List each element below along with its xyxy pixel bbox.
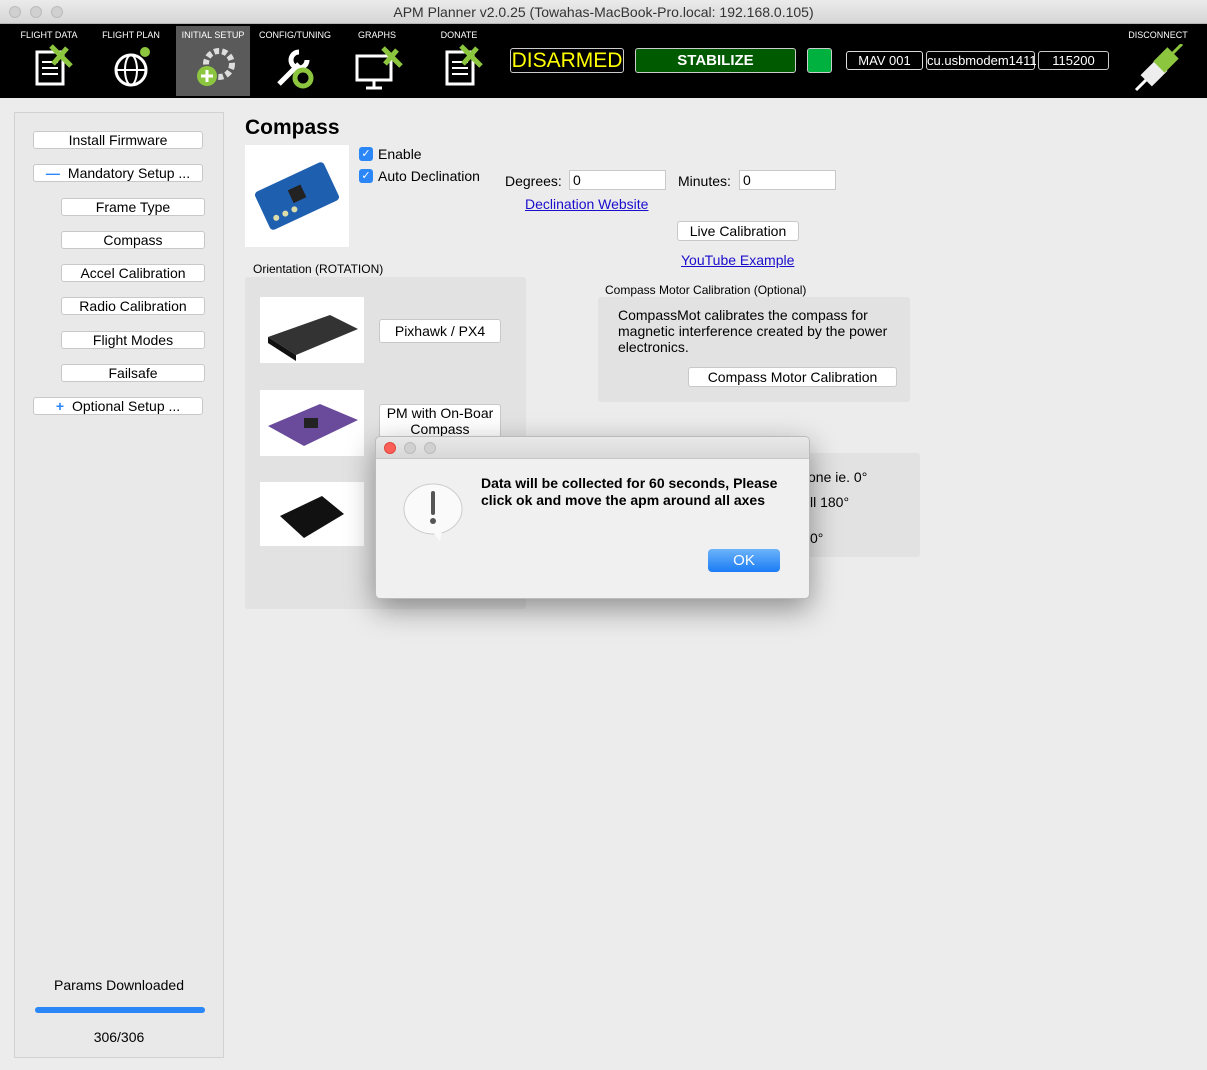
- tab-label: GRAPHS: [357, 30, 396, 40]
- calibration-dialog: Data will be collected for 60 seconds, P…: [375, 436, 810, 599]
- sidebar-item-install-firmware[interactable]: Install Firmware: [33, 131, 203, 149]
- flight-mode: STABILIZE: [635, 48, 796, 73]
- sidebar-item-label: Compass: [103, 232, 163, 248]
- enable-checkbox[interactable]: ✓: [359, 147, 373, 161]
- ok-button[interactable]: OK: [708, 549, 780, 572]
- sidebar: Install Firmware — Mandatory Setup ... Fram…: [14, 112, 224, 1058]
- disconnect-button[interactable]: DISCONNECT: [1122, 26, 1194, 96]
- sidebar-item-accel-calibration[interactable]: Accel Calibration: [61, 264, 205, 282]
- auto-declination-checkbox[interactable]: ✓: [359, 169, 373, 183]
- sidebar-item-label: Failsafe: [108, 365, 158, 381]
- sidebar-item-label: Radio Calibration: [79, 298, 187, 314]
- apm-board-image: [260, 390, 364, 456]
- window-title: APM Planner v2.0.25 (Towahas-MacBook-Pro…: [393, 4, 814, 20]
- orientation-note: 0°: [810, 530, 824, 546]
- sidebar-item-label: Install Firmware: [68, 132, 168, 148]
- sidebar-item-label: Flight Modes: [92, 332, 174, 348]
- expand-icon: +: [55, 398, 64, 414]
- compass-board-image: [245, 145, 349, 247]
- tab-config-tuning[interactable]: CONFIG/TUNING: [258, 26, 332, 96]
- dialog-close-button[interactable]: [384, 442, 396, 454]
- flight-plan-icon: [114, 47, 150, 87]
- minutes-input[interactable]: 0: [739, 170, 836, 190]
- dialog-minimize-button: [404, 442, 416, 454]
- tab-label: FLIGHT PLAN: [102, 30, 160, 40]
- main-toolbar: FLIGHT DATA FLIGHT PLAN INITIAL SETUP CONFI…: [0, 24, 1207, 98]
- tab-label: INITIAL SETUP: [181, 30, 245, 40]
- sidebar-item-label: Frame Type: [95, 199, 171, 215]
- title-bar: APM Planner v2.0.25 (Towahas-MacBook-Pro…: [0, 0, 1207, 24]
- mav-id: MAV 001: [846, 51, 923, 70]
- motor-calibration-label: Compass Motor Calibration (Optional): [605, 283, 807, 297]
- config-tuning-icon: [277, 49, 314, 89]
- tab-label: DONATE: [440, 30, 478, 40]
- tab-donate[interactable]: DONATE: [422, 26, 496, 96]
- compass-motor-calibration-button[interactable]: Compass Motor Calibration: [688, 367, 897, 387]
- tab-initial-setup[interactable]: INITIAL SETUP: [176, 26, 250, 96]
- dialog-message: Data will be collected for 60 seconds, P…: [481, 475, 778, 508]
- arm-state: DISARMED: [510, 48, 624, 73]
- auto-declination-label: Auto Declination: [378, 168, 480, 184]
- heartbeat-indicator: [807, 48, 832, 73]
- external-compass-image: [260, 482, 364, 546]
- sidebar-item-radio-calibration[interactable]: Radio Calibration: [61, 297, 205, 315]
- degrees-label: Degrees:: [505, 173, 562, 189]
- warning-icon: [403, 483, 463, 541]
- sidebar-item-mandatory-setup[interactable]: — Mandatory Setup ...: [33, 164, 203, 182]
- flight-data-icon: [35, 44, 73, 86]
- live-calibration-button[interactable]: Live Calibration: [677, 221, 799, 241]
- youtube-example-link[interactable]: YouTube Example: [681, 252, 794, 268]
- motor-calibration-panel: CompassMot calibrates the compass for ma…: [598, 297, 910, 402]
- motor-calibration-text: CompassMot calibrates the compass for ma…: [618, 307, 888, 355]
- params-count: 306/306: [93, 1029, 145, 1045]
- baud-rate: 115200: [1038, 51, 1109, 70]
- degrees-input[interactable]: 0: [569, 170, 666, 190]
- tab-flight-data[interactable]: FLIGHT DATA: [12, 26, 86, 96]
- close-window-button[interactable]: [9, 6, 21, 18]
- sidebar-item-compass[interactable]: Compass: [61, 231, 205, 249]
- minimize-window-button[interactable]: [30, 6, 42, 18]
- collapse-icon: —: [45, 165, 60, 181]
- pixhawk-button[interactable]: Pixhawk / PX4: [379, 319, 501, 343]
- graphs-icon: [355, 46, 403, 90]
- pixhawk-image: [260, 297, 364, 363]
- sidebar-item-optional-setup[interactable]: + Optional Setup ...: [33, 397, 203, 415]
- sidebar-item-label: Accel Calibration: [80, 265, 186, 281]
- enable-label: Enable: [378, 146, 422, 162]
- sidebar-item-failsafe[interactable]: Failsafe: [61, 364, 205, 382]
- donate-icon: [445, 44, 483, 86]
- orientation-label: Orientation (ROTATION): [253, 262, 384, 276]
- tab-flight-plan[interactable]: FLIGHT PLAN: [94, 26, 168, 96]
- tab-graphs[interactable]: GRAPHS: [340, 26, 414, 96]
- orientation-note: one ie. 0°: [808, 469, 868, 485]
- params-label: Params Downloaded: [54, 977, 184, 993]
- serial-port: cu.usbmodem1411: [926, 51, 1037, 70]
- sidebar-item-frame-type[interactable]: Frame Type: [61, 198, 205, 216]
- sidebar-item-label: Optional Setup ...: [72, 398, 181, 414]
- zoom-window-button[interactable]: [51, 6, 63, 18]
- params-progress-bar: [35, 1007, 205, 1013]
- declination-website-link[interactable]: Declination Website: [525, 196, 648, 212]
- plug-icon: [1134, 42, 1184, 92]
- orientation-note: ll 180°: [810, 494, 850, 510]
- tab-label: FLIGHT DATA: [20, 30, 78, 40]
- dialog-zoom-button: [424, 442, 436, 454]
- tab-label: CONFIG/TUNING: [259, 30, 331, 40]
- pm-onboard-compass-button[interactable]: PM with On-Boar Compass: [379, 404, 501, 438]
- sidebar-item-label: Mandatory Setup ...: [67, 165, 191, 181]
- sidebar-item-flight-modes[interactable]: Flight Modes: [61, 331, 205, 349]
- minutes-label: Minutes:: [678, 173, 731, 189]
- page-title: Compass: [245, 116, 340, 139]
- initial-setup-icon: [197, 48, 235, 86]
